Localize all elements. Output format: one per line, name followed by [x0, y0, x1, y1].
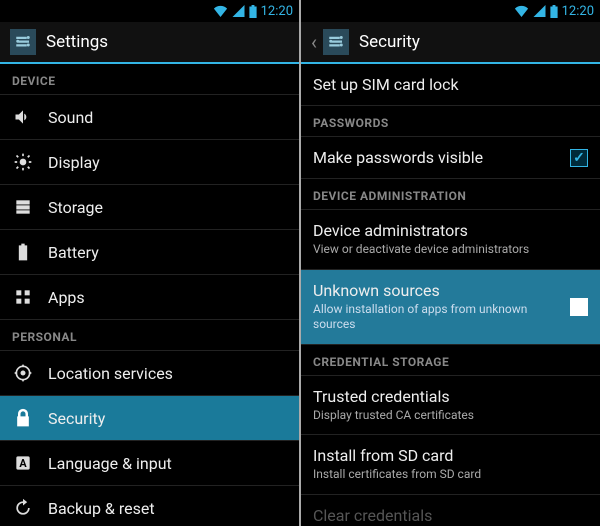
security-screen: 12:20 ‹ Security Set up SIM card lock PA… [301, 0, 600, 526]
status-bar: 12:20 [0, 0, 299, 22]
sidebar-item-storage[interactable]: Storage [0, 185, 299, 230]
item-label: Security [48, 409, 287, 428]
app-header[interactable]: ‹ Security [301, 22, 600, 64]
item-label: Set up SIM card lock [313, 75, 588, 94]
page-title: Security [359, 32, 420, 52]
section-header-passwords: PASSWORDS [301, 106, 600, 137]
item-label: Language & input [48, 454, 287, 473]
section-header-personal: PERSONAL [0, 320, 299, 351]
storage-icon [12, 196, 34, 218]
item-trusted-credentials[interactable]: Trusted credentials Display trusted CA c… [301, 376, 600, 436]
sidebar-item-language[interactable]: A Language & input [0, 441, 299, 486]
signal-icon [232, 5, 245, 17]
sidebar-item-location[interactable]: Location services [0, 351, 299, 396]
checkbox-unknown-sources[interactable] [570, 298, 588, 316]
item-install-sd[interactable]: Install from SD card Install certificate… [301, 435, 600, 495]
status-bar: 12:20 [301, 0, 600, 22]
sound-icon [12, 106, 34, 128]
item-subtitle: Allow installation of apps from unknown … [313, 302, 556, 333]
language-icon: A [12, 452, 34, 474]
sidebar-item-sound[interactable]: Sound [0, 95, 299, 140]
item-unknown-sources[interactable]: Unknown sources Allow installation of ap… [301, 270, 600, 345]
item-label: Battery [48, 243, 287, 262]
item-label: Device administrators [313, 221, 588, 240]
item-label: Install from SD card [313, 446, 588, 465]
item-label: Unknown sources [313, 281, 556, 300]
app-header: Settings [0, 22, 299, 64]
item-label: Storage [48, 198, 287, 217]
item-subtitle: Display trusted CA certificates [313, 408, 588, 424]
checkbox-password-visible[interactable] [570, 149, 588, 167]
apps-icon [12, 286, 34, 308]
sidebar-item-display[interactable]: Display [0, 140, 299, 185]
sidebar-item-apps[interactable]: Apps [0, 275, 299, 320]
page-title: Settings [46, 32, 108, 52]
item-label: Location services [48, 364, 287, 383]
lock-icon [12, 407, 34, 429]
clock-text: 12:20 [261, 4, 293, 19]
item-label: Clear credentials [313, 506, 588, 525]
item-label: Apps [48, 288, 287, 307]
settings-screen: 12:20 Settings DEVICE Sound Display Stor… [0, 0, 299, 526]
svg-text:A: A [19, 457, 27, 470]
wifi-icon [213, 5, 228, 17]
settings-list[interactable]: DEVICE Sound Display Storage Battery App… [0, 64, 299, 526]
location-icon [12, 362, 34, 384]
sidebar-item-security[interactable]: Security [0, 396, 299, 441]
section-header-device: DEVICE [0, 64, 299, 95]
sidebar-item-battery[interactable]: Battery [0, 230, 299, 275]
section-header-device-admin: DEVICE ADMINISTRATION [301, 179, 600, 210]
settings-app-icon [323, 29, 349, 55]
back-icon[interactable]: ‹ [311, 30, 317, 54]
item-subtitle: Install certificates from SD card [313, 467, 588, 483]
item-device-admins[interactable]: Device administrators View or deactivate… [301, 210, 600, 270]
item-label: Display [48, 153, 287, 172]
item-label: Trusted credentials [313, 387, 588, 406]
battery-icon [12, 241, 34, 263]
settings-app-icon [10, 29, 36, 55]
section-header-cred-storage: CREDENTIAL STORAGE [301, 345, 600, 376]
item-password-visible[interactable]: Make passwords visible [301, 137, 600, 179]
sidebar-item-backup[interactable]: Backup & reset [0, 486, 299, 526]
display-icon [12, 151, 34, 173]
item-label: Backup & reset [48, 499, 287, 518]
item-label: Make passwords visible [313, 148, 556, 167]
security-list[interactable]: Set up SIM card lock PASSWORDS Make pass… [301, 64, 600, 526]
wifi-icon [514, 5, 529, 17]
battery-icon [550, 5, 558, 18]
clock-text: 12:20 [562, 4, 594, 19]
signal-icon [533, 5, 546, 17]
item-subtitle: View or deactivate device administrators [313, 242, 588, 258]
backup-icon [12, 497, 34, 519]
item-sim-lock[interactable]: Set up SIM card lock [301, 64, 600, 106]
item-clear-credentials: Clear credentials Remove all certificate… [301, 495, 600, 526]
item-label: Sound [48, 108, 287, 127]
battery-icon [249, 5, 257, 18]
